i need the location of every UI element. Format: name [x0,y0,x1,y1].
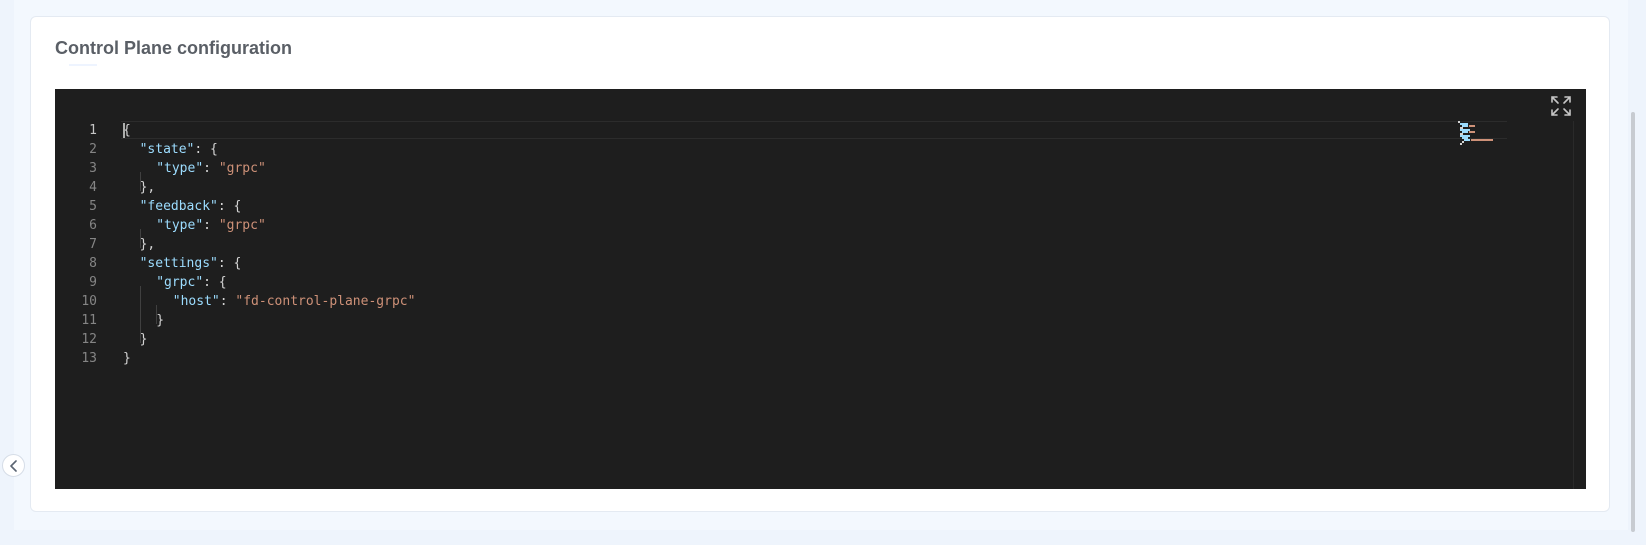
json-punctuation: : { [203,275,227,290]
line-number-gutter: 1 2 3 4 5 6 7 8 9 10 11 12 13 [55,121,97,368]
line-number: 8 [89,256,97,271]
title-underline [69,64,97,66]
code-line[interactable]: "feedback": { [123,197,415,216]
json-punctuation: } [139,332,148,347]
text-cursor [123,123,125,138]
page-scrollbar[interactable] [1631,112,1635,532]
json-punctuation: : [219,294,236,309]
line-number: 4 [89,180,97,195]
json-key: "host" [172,294,220,309]
line-number: 9 [89,275,97,290]
line-number: 6 [89,218,97,233]
code-content[interactable]: {"state": {"type": "grpc"}, "feedback": {… [123,121,415,368]
config-card: Control Plane configuration 1 2 3 4 5 6 7 8 9 10 1… [30,16,1610,512]
code-line[interactable]: } [123,311,415,343]
line-number: 12 [81,332,97,347]
code-line[interactable]: }, [123,235,415,254]
json-key: "type" [156,218,204,233]
expand-icon [1551,96,1571,116]
line-number: 13 [81,351,97,366]
line-number: 11 [81,313,97,328]
json-punctuation: : [203,218,219,233]
line-number: 3 [89,161,97,176]
json-key: "state" [139,142,195,157]
code-line[interactable]: } [123,349,415,368]
code-line[interactable]: "grpc": { [123,273,415,305]
json-punctuation: }, [139,237,156,252]
editor-vertical-scrollbar[interactable] [1573,121,1586,489]
line-number: 5 [89,199,97,214]
sidebar-toggle-button[interactable] [2,454,25,477]
code-line[interactable]: } [123,330,415,349]
card-title: Control Plane configuration [55,38,292,58]
json-string: "fd-control-plane-grpc" [235,294,416,309]
line-number: 2 [89,142,97,157]
code-line[interactable]: "type": "grpc" [123,159,415,191]
chevron-left-icon [10,460,17,472]
json-punctuation: : { [217,199,242,214]
json-punctuation: } [156,313,165,328]
code-editor[interactable]: 1 2 3 4 5 6 7 8 9 10 11 12 13 {"state": {"type": "gr… [55,89,1586,489]
code-line[interactable]: "state": { [123,140,415,159]
json-key: "grpc" [156,275,204,290]
json-key: "feedback" [139,199,218,214]
code-line[interactable]: "type": "grpc" [123,216,415,248]
json-punctuation: : { [194,142,218,157]
line-number: 1 [89,123,97,138]
json-punctuation: : { [217,256,242,271]
json-key: "type" [156,161,204,176]
line-number: 10 [81,294,97,309]
json-punctuation: : [203,161,219,176]
json-punctuation: }, [139,180,156,195]
line-number: 7 [89,237,97,252]
json-string: "grpc" [218,218,266,233]
json-key: "settings" [139,256,218,271]
code-line[interactable]: "settings": { [123,254,415,273]
code-line[interactable]: }, [123,178,415,197]
json-string: "grpc" [218,161,266,176]
code-line[interactable]: { [123,121,415,140]
expand-button[interactable] [1550,95,1572,117]
editor-minimap[interactable] [1458,121,1510,145]
json-punctuation: } [123,351,131,366]
code-line[interactable]: "host": "fd-control-plane-grpc" [123,292,416,324]
